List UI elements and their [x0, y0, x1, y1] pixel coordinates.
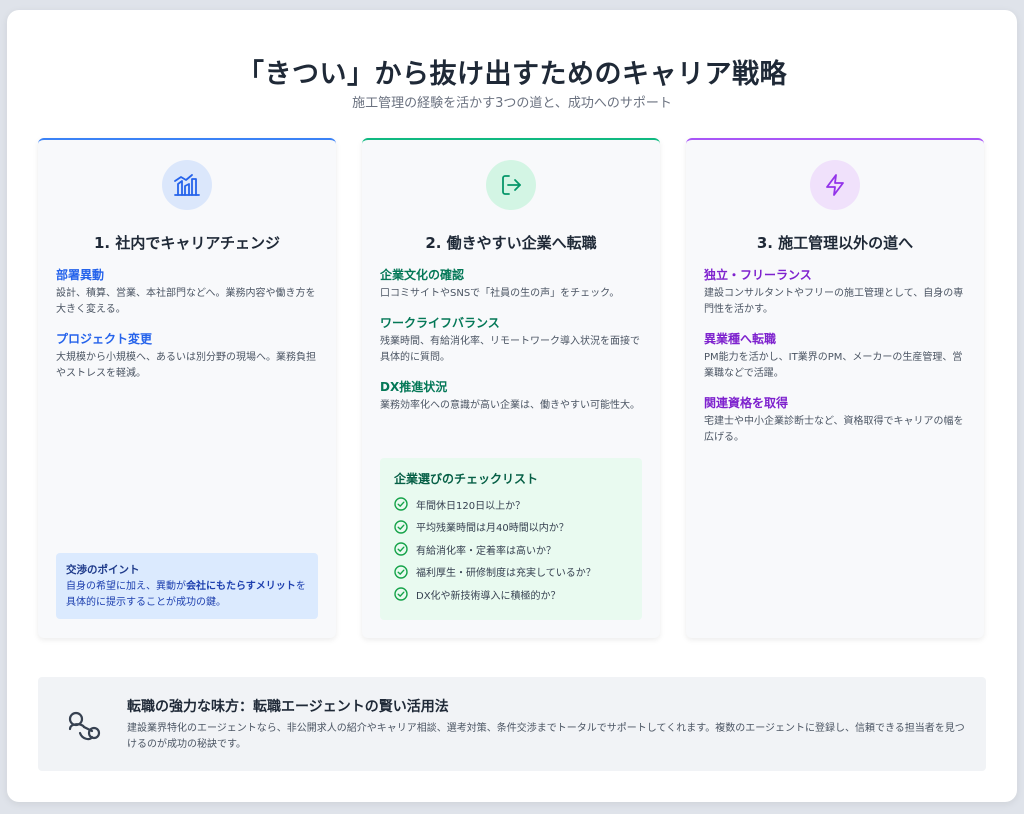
- agent-box: 転職の強力な味方：転職エージェントの賢い活用法 建設業界特化のエージェントなら、…: [38, 677, 986, 771]
- item-heading: 異業種へ転職: [704, 332, 777, 346]
- agent-heading: 転職の強力な味方：転職エージェントの賢い活用法: [127, 699, 449, 715]
- item-body: 大規模から小規模へ、あるいは別分野の現場へ。業務負担やストレスを軽減。: [56, 352, 316, 379]
- item-body: 業務効率化への意識が高い企業は、働きやすい可能性大。: [380, 400, 640, 411]
- lightning-icon: [810, 160, 860, 210]
- check-circle-icon: [394, 565, 408, 579]
- list-item: 企業文化の確認 口コミサイトやSNSで「社員の生の声」をチェック。: [380, 266, 644, 302]
- card-title: 3. 施工管理以外の道へ: [756, 234, 914, 252]
- item-body: 宅建士や中小企業診断士など、資格取得でキャリアの幅を広げる。: [704, 416, 964, 443]
- agent-body: 建設業界特化のエージェントなら、非公開求人の紹介やキャリア相談、選考対策、条件交…: [127, 723, 965, 750]
- checklist-item: 平均残業時間は月40時間以内か？: [394, 516, 628, 539]
- card-items: 独立・フリーランス 建設コンサルタントやフリーの施工管理として、自身の専門性を活…: [704, 266, 968, 458]
- item-heading: ワークライフバランス: [380, 316, 500, 330]
- check-circle-icon: [394, 542, 408, 556]
- page-subtitle: 施工管理の経験を活かす3つの道と、成功へのサポート: [352, 96, 672, 111]
- card-title: 2. 働きやすい企業へ転職: [425, 234, 597, 252]
- item-heading: 部署異動: [56, 268, 105, 282]
- checklist-heading: 企業選びのチェックリスト: [394, 472, 539, 486]
- handshake-icon: [62, 703, 106, 747]
- checklist-item: DX化や新技術導入に積極的か？: [394, 583, 628, 606]
- list-item: 独立・フリーランス 建設コンサルタントやフリーの施工管理として、自身の専門性を活…: [704, 266, 968, 318]
- tip-heading: 交渉のポイント: [66, 564, 140, 576]
- checklist-item: 年間休日120日以上か？: [394, 493, 628, 516]
- item-heading: プロジェクト変更: [56, 332, 153, 346]
- item-body: PM能力を活かし、IT業界のPM、メーカーの生産管理、営業職などで活躍。: [704, 352, 963, 379]
- list-item: 部署異動 設計、積算、営業、本社部門などへ。業務内容や働き方を大きく変える。: [56, 266, 320, 318]
- page: 「きつい」から抜け出すためのキャリア戦略 施工管理の経験を活かす3つの道と、成功…: [7, 10, 1017, 802]
- checklist-text: DX化や新技術導入に積極的か？: [416, 590, 561, 602]
- item-body: 建設コンサルタントやフリーの施工管理として、自身の専門性を活かす。: [704, 288, 964, 315]
- item-heading: DX推進状況: [380, 380, 448, 394]
- card-title: 1. 社内でキャリアチェンジ: [93, 234, 281, 252]
- item-heading: 企業文化の確認: [380, 268, 465, 282]
- checklist-item: 福利厚生・研修制度は充実しているか？: [394, 561, 628, 584]
- checklist-text: 有給消化率・定着率は高いか？: [416, 545, 556, 557]
- list-item: DX推進状況 業務効率化への意識が高い企業は、働きやすい可能性大。: [380, 378, 644, 414]
- company-checklist: 企業選びのチェックリスト 年間休日120日以上か？ 平均残業時間は月40時間以内…: [380, 458, 642, 620]
- item-heading: 独立・フリーランス: [704, 268, 812, 282]
- check-circle-icon: [394, 497, 408, 511]
- tip-body-bold: 会社にもたらすメリット: [186, 581, 296, 592]
- chart-icon: [162, 160, 212, 210]
- card-items: 部署異動 設計、積算、営業、本社部門などへ。業務内容や働き方を大きく変える。 プ…: [56, 266, 320, 394]
- card-other-paths: 3. 施工管理以外の道へ 独立・フリーランス 建設コンサルタントやフリーの施工管…: [686, 138, 984, 638]
- page-title: 「きつい」から抜け出すためのキャリア戦略: [237, 59, 787, 90]
- item-body: 設計、積算、営業、本社部門などへ。業務内容や働き方を大きく変える。: [56, 288, 316, 315]
- tip-body: 自身の希望に加え、異動が会社にもたらすメリットを具体的に提示することが成功の鍵。: [66, 579, 308, 611]
- card-internal-change: 1. 社内でキャリアチェンジ 部署異動 設計、積算、営業、本社部門などへ。業務内…: [38, 138, 336, 638]
- tip-body-pre: 自身の希望に加え、異動が: [66, 581, 186, 592]
- checklist-text: 年間休日120日以上か？: [416, 500, 526, 512]
- list-item: ワークライフバランス 残業時間、有給消化率、リモートワーク導入状況を面接で具体的…: [380, 314, 644, 366]
- check-circle-icon: [394, 587, 408, 601]
- list-item: プロジェクト変更 大規模から小規模へ、あるいは別分野の現場へ。業務負担やストレス…: [56, 330, 320, 382]
- item-heading: 関連資格を取得: [704, 396, 789, 410]
- item-body: 口コミサイトやSNSで「社員の生の声」をチェック。: [380, 288, 620, 299]
- list-item: 関連資格を取得 宅建士や中小企業診断士など、資格取得でキャリアの幅を広げる。: [704, 394, 968, 446]
- checklist-text: 福利厚生・研修制度は充実しているか？: [416, 568, 596, 580]
- card-items: 企業文化の確認 口コミサイトやSNSで「社員の生の声」をチェック。 ワークライフ…: [380, 266, 644, 426]
- checklist-text: 平均残業時間は月40時間以内か？: [416, 523, 569, 535]
- list-item: 異業種へ転職 PM能力を活かし、IT業界のPM、メーカーの生産管理、営業職などで…: [704, 330, 968, 382]
- card-job-change: 2. 働きやすい企業へ転職 企業文化の確認 口コミサイトやSNSで「社員の生の声…: [362, 138, 660, 638]
- item-body: 残業時間、有給消化率、リモートワーク導入状況を面接で具体的に質問。: [380, 336, 640, 363]
- exit-icon: [486, 160, 536, 210]
- negotiation-tip: 交渉のポイント 自身の希望に加え、異動が会社にもたらすメリットを具体的に提示する…: [56, 553, 318, 619]
- check-circle-icon: [394, 520, 408, 534]
- checklist-item: 有給消化率・定着率は高いか？: [394, 538, 628, 561]
